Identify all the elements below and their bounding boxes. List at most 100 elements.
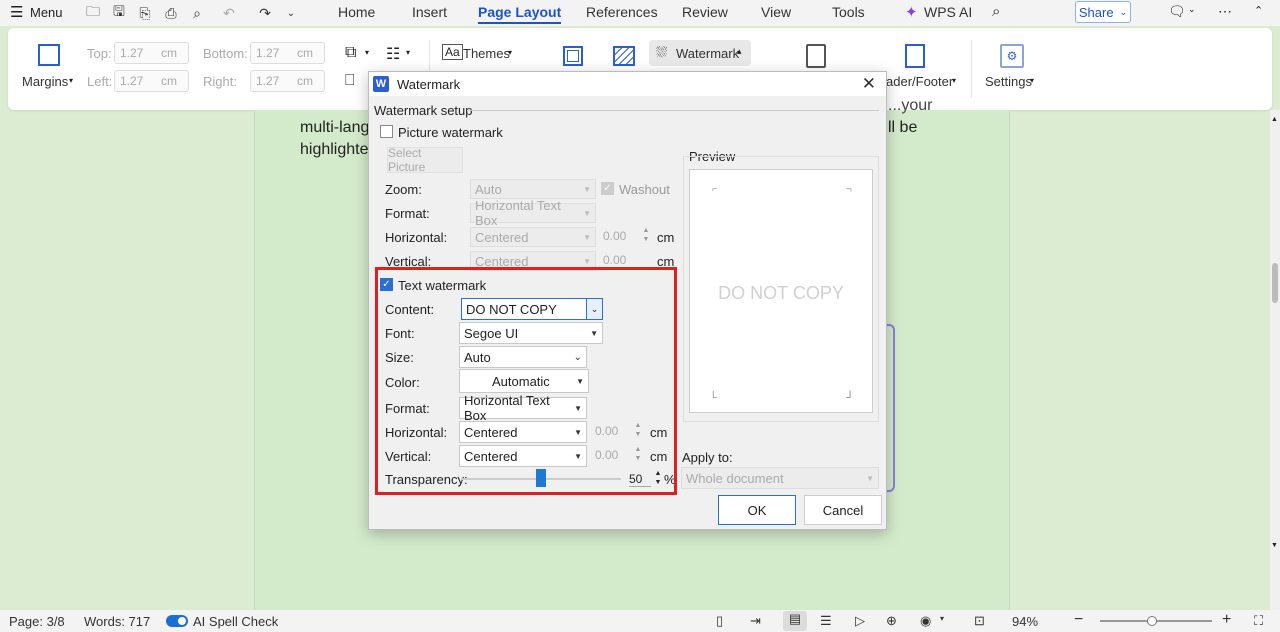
settings-label[interactable]: Settings	[985, 74, 1032, 89]
watermark-icon: ⛆	[656, 44, 668, 60]
header-footer-icon[interactable]	[905, 44, 925, 68]
right-value: 1.27	[256, 74, 280, 88]
doc-line-2: highlighte	[300, 141, 369, 158]
play-icon[interactable]: ▷	[855, 613, 865, 629]
collapse-ribbon-icon[interactable]: ⌃	[1254, 4, 1263, 17]
print-layout-icon[interactable]: ▤	[783, 611, 807, 631]
scroll-up-icon[interactable]: ▲	[1271, 116, 1278, 123]
menu-label[interactable]: Menu	[30, 5, 63, 20]
chevron-down-icon: ▾	[1030, 76, 1035, 85]
picture-watermark-label[interactable]: Picture watermark	[398, 125, 503, 140]
share-doc-icon[interactable]: ⎘	[132, 2, 158, 24]
orientation-icon[interactable]: ⧉	[345, 44, 356, 62]
word-count[interactable]: Words: 717	[84, 614, 150, 629]
top-label: Top:	[87, 46, 112, 61]
close-icon[interactable]: ✕	[862, 74, 876, 94]
chevron-down-icon: ▼	[583, 232, 591, 242]
select-picture-button[interactable]: Select Picture	[387, 146, 463, 174]
picture-watermark-checkbox[interactable]	[380, 125, 393, 138]
chevron-down-icon[interactable]: ⌄	[1188, 4, 1196, 15]
corner-mark: L	[712, 390, 718, 401]
chevron-down-icon: ▼	[583, 184, 591, 194]
zoom-level[interactable]: 94%	[1012, 614, 1038, 629]
spell-check-label[interactable]: AI Spell Check	[193, 614, 278, 629]
left-unit: cm	[161, 74, 177, 88]
margins-icon[interactable]	[38, 44, 60, 66]
share-button[interactable]: Share ⌄	[1075, 1, 1131, 23]
tab-review[interactable]: Review	[682, 4, 728, 20]
spinner-icon[interactable]: ▲ ▼	[641, 226, 651, 246]
chevron-down-icon: ▾	[952, 76, 957, 85]
top-unit: cm	[161, 46, 177, 60]
vertical-scrollbar[interactable]: ▲ ▼	[1270, 110, 1280, 610]
tab-view[interactable]: View	[761, 4, 791, 20]
save-icon[interactable]: 🖫	[106, 2, 132, 24]
watermark-dialog: W Watermark ✕ Watermark setup Picture wa…	[368, 71, 887, 530]
bottom-margin-field[interactable]: 1.27 cm	[250, 42, 325, 64]
header-footer-label[interactable]: ader/Footer	[886, 74, 953, 89]
chevron-down-icon: ▾	[508, 48, 513, 57]
zoom-out-icon[interactable]: −	[1074, 611, 1083, 629]
tab-page-layout[interactable]: Page Layout	[478, 4, 562, 24]
pic-horizontal-select[interactable]: Centered ▼	[470, 227, 596, 247]
tab-home[interactable]: Home	[338, 4, 375, 20]
page-status[interactable]: Page: 3/8	[9, 614, 65, 629]
zoom-in-icon[interactable]: +	[1222, 611, 1231, 629]
tab-references[interactable]: References	[586, 4, 658, 20]
zoom-select[interactable]: Auto ▼	[470, 179, 596, 199]
scroll-thumb[interactable]	[1272, 263, 1278, 303]
pic-format-select[interactable]: Horizontal Text Box ▼	[470, 198, 596, 228]
preview-watermark-text: DO NOT COPY	[718, 283, 844, 303]
margins-label[interactable]: Margins	[22, 74, 68, 89]
quick-access-dropdown-icon[interactable]: ⌄	[278, 2, 304, 24]
spell-check-toggle[interactable]	[166, 615, 188, 627]
search-icon[interactable]: ⌕	[992, 3, 1000, 20]
print-icon[interactable]: ⎙	[158, 2, 184, 24]
open-folder-icon[interactable]: 🗀	[80, 2, 106, 24]
right-label: Right:	[203, 74, 237, 89]
ok-button[interactable]: OK	[718, 495, 796, 525]
bottom-unit: cm	[297, 46, 313, 60]
web-layout-icon[interactable]: ⊕	[886, 613, 897, 629]
zoom-slider-thumb[interactable]	[1147, 616, 1157, 626]
chevron-down-icon[interactable]: ▾	[940, 614, 944, 623]
pic-format-label: Format:	[385, 206, 430, 221]
tab-wps-ai[interactable]: WPS AI	[924, 4, 972, 20]
scroll-down-icon[interactable]: ▼	[1271, 542, 1278, 549]
tab-insert[interactable]: Insert	[412, 4, 447, 20]
washout-label: Washout	[619, 182, 670, 197]
undo-icon[interactable]: ↶	[216, 2, 242, 24]
washout-checkbox[interactable]: ✓	[601, 182, 614, 195]
right-margin-field[interactable]: 1.27 cm	[250, 70, 325, 92]
wps-ai-icon[interactable]: ✦	[905, 3, 918, 21]
doc-line-1: multi-lang	[300, 119, 370, 136]
top-margin-field[interactable]: 1.27 cm	[114, 42, 189, 64]
doc-line-0-end: ...your	[888, 97, 933, 114]
page-border-icon[interactable]	[563, 46, 583, 66]
columns-icon[interactable]: ☷	[386, 44, 400, 64]
themes-icon[interactable]: Aa	[442, 44, 463, 60]
eye-icon[interactable]: ◉	[920, 613, 931, 629]
themes-label[interactable]: Themes	[463, 46, 510, 61]
more-icon[interactable]: ⋯	[1218, 3, 1232, 20]
pic-horizontal-num[interactable]: 0.00	[600, 227, 629, 247]
print-preview-icon[interactable]: ⌕	[184, 2, 210, 24]
apply-to-select[interactable]: Whole document ▼	[681, 467, 879, 489]
cancel-button[interactable]: Cancel	[804, 495, 882, 525]
fullscreen-icon[interactable]: ⛶	[1254, 613, 1263, 629]
page-icon[interactable]: ▯	[716, 613, 723, 629]
comment-icon[interactable]: 🗨	[1168, 3, 1186, 20]
menu-icon[interactable]: ☰	[10, 3, 23, 21]
right-unit: cm	[297, 74, 313, 88]
fit-page-icon[interactable]: ⊡	[974, 613, 985, 629]
tab-tools[interactable]: Tools	[832, 4, 865, 20]
redo-icon[interactable]: ↷	[252, 2, 278, 24]
outline-icon[interactable]: ☰	[820, 613, 832, 629]
text-direction-icon[interactable]	[806, 44, 826, 68]
settings-icon[interactable]: ⚙	[1000, 44, 1024, 68]
size-icon[interactable]: ⎕	[345, 72, 355, 90]
page-color-icon[interactable]	[613, 46, 635, 66]
left-margin-field[interactable]: 1.27 cm	[114, 70, 189, 92]
import-icon[interactable]: ⇥	[750, 613, 761, 629]
setup-label: Watermark setup	[374, 103, 473, 118]
